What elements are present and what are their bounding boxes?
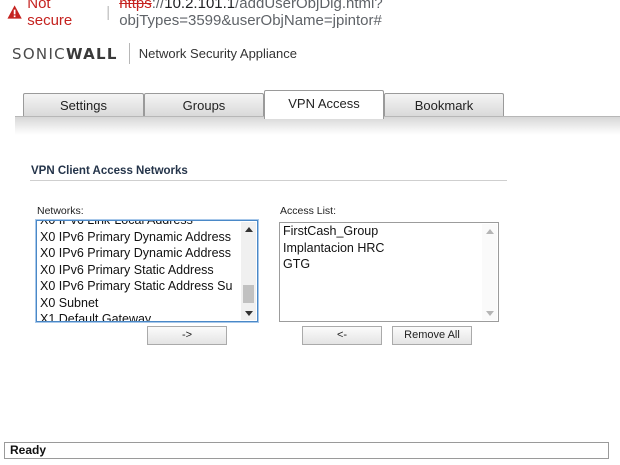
networks-scrollbar[interactable] xyxy=(241,222,256,320)
list-item[interactable]: X0 IPv6 Primary Static Address xyxy=(40,262,239,279)
list-item[interactable]: X0 IPv6 Primary Static Address Su xyxy=(40,278,239,295)
list-item[interactable]: X0 IPv6 Link-Local Address xyxy=(40,221,239,229)
networks-label: Networks: xyxy=(37,205,84,217)
access-items: FirstCash_Group Implantacion HRC GTG xyxy=(283,223,480,273)
list-item[interactable]: X1 Default Gateway xyxy=(40,311,239,321)
networks-items: X0 IPv6 Link-Local Address X0 IPv6 Prima… xyxy=(40,221,239,321)
scroll-thumb[interactable] xyxy=(243,285,254,303)
url-host: 10.2.101.1 xyxy=(164,0,236,12)
warning-icon xyxy=(7,5,22,19)
address-bar[interactable]: Not secure | https://10.2.101.1/addUserO… xyxy=(0,0,620,29)
logo-text-left: SONIC xyxy=(12,44,66,63)
section-divider xyxy=(30,180,507,181)
access-scrollbar[interactable] xyxy=(482,224,497,320)
remove-all-button[interactable]: Remove All xyxy=(392,326,472,345)
tab-settings[interactable]: Settings xyxy=(23,93,144,118)
security-status[interactable]: Not secure xyxy=(27,0,96,29)
add-to-access-list-button[interactable]: -> xyxy=(147,326,227,345)
product-name: Network Security Appliance xyxy=(138,46,297,61)
status-bar: Ready xyxy=(4,442,609,459)
list-item[interactable]: X0 Subnet xyxy=(40,295,239,312)
url-text[interactable]: https://10.2.101.1/addUserObjDlg.html?ob… xyxy=(119,0,620,29)
scroll-down-icon[interactable] xyxy=(482,306,497,320)
access-list-label: Access List: xyxy=(280,205,337,217)
header-divider xyxy=(128,43,130,64)
url-scheme: https xyxy=(119,0,152,12)
address-divider: | xyxy=(106,3,111,21)
list-item[interactable]: GTG xyxy=(283,256,480,273)
scroll-down-icon[interactable] xyxy=(241,306,256,320)
access-listbox[interactable]: FirstCash_Group Implantacion HRC GTG xyxy=(279,222,499,322)
logo-text-right: WALL xyxy=(65,44,118,63)
scroll-up-icon[interactable] xyxy=(482,224,497,238)
list-item[interactable]: Implantacion HRC xyxy=(283,240,480,257)
tab-groups[interactable]: Groups xyxy=(144,93,264,118)
scroll-up-icon[interactable] xyxy=(241,222,256,236)
remove-from-access-list-button[interactable]: <- xyxy=(302,326,382,345)
list-item[interactable]: X0 IPv6 Primary Dynamic Address xyxy=(40,229,239,246)
tab-vpn-access[interactable]: VPN Access xyxy=(264,90,384,119)
brand-header: SONICWALL Network Security Appliance xyxy=(12,43,297,64)
url-separator: :// xyxy=(151,0,165,12)
networks-listbox[interactable]: X0 IPv6 Link-Local Address X0 IPv6 Prima… xyxy=(36,220,258,322)
sonicwall-logo: SONICWALL xyxy=(12,45,118,63)
list-item[interactable]: FirstCash_Group xyxy=(283,223,480,240)
section-title: VPN Client Access Networks xyxy=(31,165,188,177)
tab-bookmark[interactable]: Bookmark xyxy=(384,93,504,118)
list-item[interactable]: X0 IPv6 Primary Dynamic Address xyxy=(40,245,239,262)
